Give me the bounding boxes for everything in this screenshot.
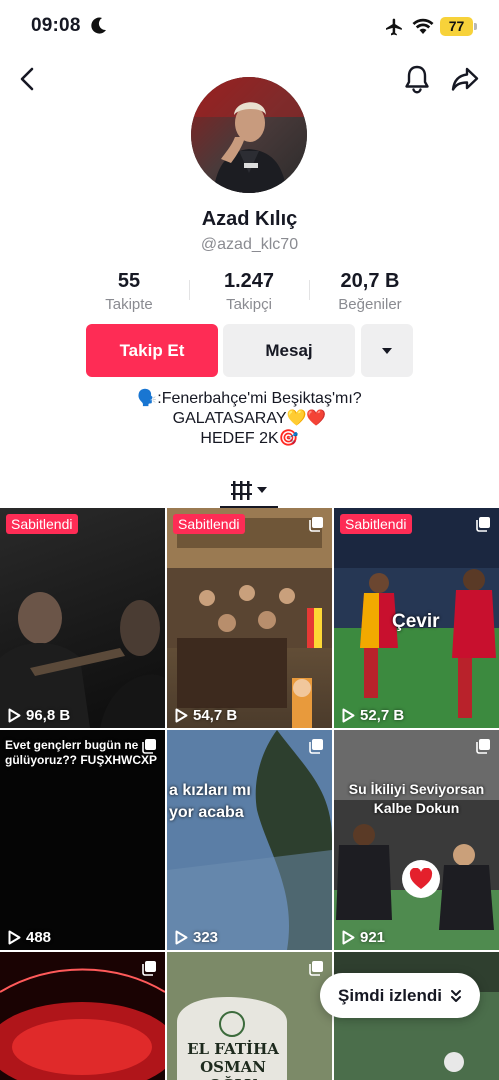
stat-following[interactable]: 55 Takipte: [69, 270, 189, 313]
video-tile[interactable]: Sabitlendi 54,7 B: [167, 508, 332, 728]
message-button[interactable]: Mesaj: [223, 324, 355, 377]
battery-tip: [474, 23, 477, 30]
pinned-badge: Sabitlendi: [173, 514, 245, 534]
view-count-text: 921: [360, 929, 386, 946]
status-time: 09:08: [31, 15, 81, 36]
play-icon: [342, 930, 355, 945]
content-tabs: [0, 466, 499, 508]
multi-photo-icon: [309, 961, 323, 976]
now-watching-button[interactable]: Şimdi izlendi: [320, 973, 480, 1018]
multi-photo-icon: [309, 739, 323, 754]
video-tile[interactable]: a kızları mı yor acaba 323: [167, 730, 332, 950]
bell-icon[interactable]: [402, 63, 432, 95]
battery-indicator: 77: [440, 17, 473, 36]
video-caption: Evet gençlerr bugün ne gülüyoruz?? FUŞXH…: [5, 738, 157, 767]
video-caption: a kızları mı yor acaba: [169, 782, 251, 821]
view-count-text: 52,7 B: [360, 707, 405, 724]
following-count: 55: [117, 270, 141, 292]
bio-line: 🗣️:Fenerbahçe'mi Beşiktaş'mı?: [137, 390, 362, 407]
now-watching-label: Şimdi izlendi: [338, 985, 442, 1005]
multi-photo-icon: [142, 961, 156, 976]
play-icon: [175, 930, 188, 945]
bio-line: GALATASARAY💛❤️: [172, 410, 327, 427]
view-count: 488: [8, 929, 51, 946]
view-count-text: 488: [26, 929, 52, 946]
video-tile[interactable]: Sabitlendi Çevir 52,7 B: [334, 508, 499, 728]
status-bar: 09:08 77: [0, 0, 499, 54]
following-label: Takipte: [105, 296, 153, 313]
avatar-photo: [191, 77, 307, 193]
more-options-button[interactable]: [361, 324, 413, 377]
view-count-text: 323: [193, 929, 219, 946]
video-caption: EL FATİHA OSMAN OĞLU: [187, 1040, 279, 1080]
stat-likes[interactable]: 20,7 B Beğeniler: [310, 270, 430, 313]
multi-photo-icon: [309, 517, 323, 532]
double-chevron-down-icon: [450, 989, 461, 1002]
multi-photo-icon: [476, 517, 490, 532]
caret-down-icon: [382, 347, 392, 354]
profile-handle: @azad_klc70: [200, 236, 299, 253]
video-caption: Çevir: [392, 611, 440, 632]
video-tile[interactable]: Evet gençlerr bugün ne gülüyoruz?? FUŞXH…: [0, 730, 165, 950]
view-count: 323: [175, 929, 218, 946]
moon-icon: [91, 17, 106, 34]
bio-line: HEDEF 2K🎯: [200, 430, 299, 447]
likes-count: 20,7 B: [340, 270, 400, 292]
view-count-text: 54,7 B: [193, 707, 238, 724]
video-thumbnail: [334, 730, 499, 950]
back-arrow-icon[interactable]: [14, 64, 42, 94]
view-count: 52,7 B: [342, 707, 404, 724]
view-count: 96,8 B: [8, 707, 70, 724]
airplane-icon: [386, 18, 402, 36]
play-icon: [342, 708, 355, 723]
video-tile[interactable]: Su İkiliyi Seviyorsan Kalbe Dokun 921: [334, 730, 499, 950]
video-tile[interactable]: EL FATİHA OSMAN OĞLU: [167, 952, 332, 1080]
avatar[interactable]: [191, 77, 307, 193]
followers-count: 1.247: [223, 270, 275, 292]
video-tile[interactable]: Sabitlendi 96,8 B: [0, 508, 165, 728]
profile-bio: 🗣️:Fenerbahçe'mi Beşiktaş'mı? GALATASARA…: [0, 389, 499, 449]
video-thumbnail: [0, 592, 165, 728]
followers-label: Takipçi: [226, 296, 272, 313]
pinned-badge: Sabitlendi: [340, 514, 412, 534]
view-count: 54,7 B: [175, 707, 237, 724]
play-icon: [8, 708, 21, 723]
videos-grid-tab-icon[interactable]: [220, 472, 278, 506]
video-thumbnail: [167, 508, 332, 728]
wifi-icon: [412, 18, 434, 34]
likes-label: Beğeniler: [338, 296, 402, 313]
video-tile[interactable]: [0, 952, 165, 1080]
video-thumbnail: [167, 730, 332, 950]
play-icon: [175, 708, 188, 723]
multi-photo-icon: [476, 739, 490, 754]
video-caption: Su İkiliyi Seviyorsan Kalbe Dokun: [348, 781, 485, 816]
stat-followers[interactable]: 1.247 Takipçi: [189, 270, 309, 313]
share-icon[interactable]: [450, 65, 480, 93]
play-icon: [8, 930, 21, 945]
pinned-badge: Sabitlendi: [6, 514, 78, 534]
follow-button[interactable]: Takip Et: [86, 324, 218, 377]
profile-name: Azad Kılıç: [201, 208, 298, 230]
heart-icon: [409, 868, 433, 889]
heart-badge: [402, 860, 440, 898]
view-count-text: 96,8 B: [26, 707, 71, 724]
view-count: 921: [342, 929, 385, 946]
